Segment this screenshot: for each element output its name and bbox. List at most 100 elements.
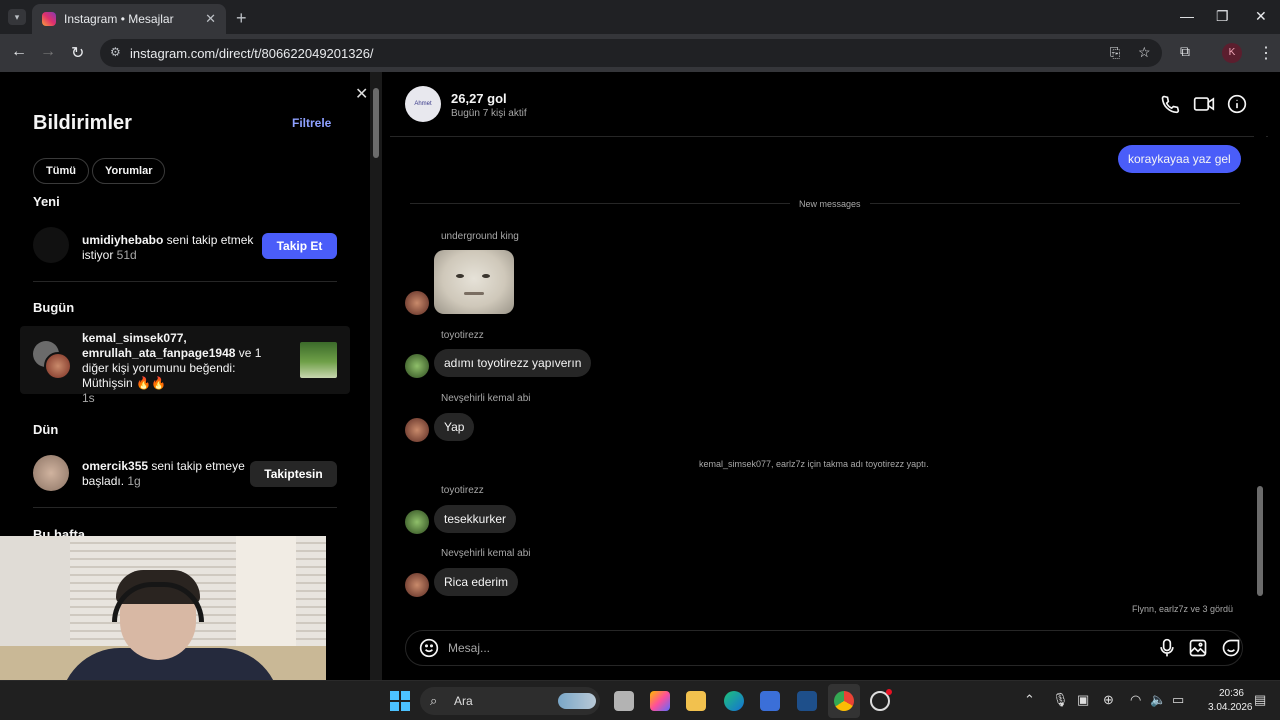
site-info-icon[interactable]: ⚙ <box>110 45 121 59</box>
seen-by-label: Flynn, earlz7z ve 3 gördü <box>1132 604 1234 614</box>
address-bar[interactable]: ⚙ instagram.com/direct/t/806622049201326… <box>100 39 1162 67</box>
install-app-icon[interactable]: ⎘ <box>1110 45 1120 61</box>
notification-text[interactable]: umidiyhebabo seni takip etmek istiyor 51… <box>82 233 254 263</box>
file-explorer-icon[interactable] <box>686 691 706 711</box>
divider <box>410 203 790 204</box>
task-view-icon[interactable] <box>614 691 634 711</box>
url-text: instagram.com/direct/t/806622049201326/ <box>130 45 374 61</box>
edge-icon[interactable] <box>724 691 744 711</box>
app-icon[interactable] <box>797 691 817 711</box>
phone-icon[interactable] <box>1160 94 1180 119</box>
forward-button[interactable]: → <box>40 43 56 61</box>
info-icon[interactable] <box>1227 94 1247 119</box>
bookmark-star-icon[interactable]: ☆ <box>1138 44 1151 61</box>
group-status: Bugün 7 kişi aktif <box>451 108 527 119</box>
filter-pill-all[interactable]: Tümü <box>33 158 89 184</box>
avatar[interactable] <box>33 227 69 263</box>
chat-scrollbar[interactable] <box>1254 130 1266 612</box>
taskbar-clock[interactable]: 20:36 3.04.2026 <box>1208 687 1253 715</box>
system-message: kemal_simsek077, earlz7z için takma adı … <box>699 459 929 469</box>
tray-chevron-icon[interactable]: ⌃ <box>1024 692 1035 708</box>
chrome-icon[interactable] <box>834 691 854 711</box>
notifications-title: Bildirimler <box>33 112 132 134</box>
new-messages-label: New messages <box>799 199 861 209</box>
search-icon: ⌕ <box>430 693 438 708</box>
divider <box>870 203 1240 204</box>
vpn-icon[interactable]: ⊕ <box>1103 692 1114 708</box>
battery-icon[interactable]: ▭ <box>1172 692 1184 708</box>
microphone-icon[interactable] <box>1158 638 1176 663</box>
video-icon[interactable] <box>1193 94 1215 119</box>
browser-tab-instagram[interactable]: Instagram • Mesajlar ✕ <box>32 4 226 34</box>
message-composer[interactable]: Mesaj... <box>405 630 1243 666</box>
notification-center-icon[interactable]: ▤ <box>1254 692 1266 708</box>
browser-menu-icon[interactable]: ⋮ <box>1258 43 1274 63</box>
message-input[interactable]: Mesaj... <box>448 641 490 655</box>
emoji-icon[interactable] <box>419 638 439 663</box>
microphone-tray-icon[interactable]: 🎙 <box>1052 692 1069 708</box>
message-bubble[interactable]: Rica ederim <box>434 568 519 596</box>
avatar <box>44 352 72 380</box>
volume-icon[interactable]: 🔈 <box>1150 692 1166 708</box>
close-tab-icon[interactable]: ✕ <box>205 11 216 27</box>
sticker-image[interactable] <box>434 250 514 314</box>
notification-text[interactable]: omercik355 seni takip etmeye başladı. 1g <box>82 459 254 489</box>
avatar[interactable] <box>405 418 429 442</box>
tab-title: Instagram • Mesajlar <box>64 12 174 26</box>
post-thumbnail[interactable] <box>300 342 337 378</box>
notification-text[interactable]: kemal_simsek077, emrullah_ata_fanpage1948… <box>82 331 282 406</box>
clock-time: 20:36 <box>1218 688 1244 699</box>
profile-avatar[interactable]: K <box>1222 43 1242 63</box>
filter-pill-comments[interactable]: Yorumlar <box>92 158 166 184</box>
scrollbar-thumb[interactable] <box>373 88 379 158</box>
copilot-icon[interactable] <box>650 691 670 711</box>
image-icon[interactable] <box>1188 638 1208 663</box>
wifi-icon[interactable]: ◠ <box>1130 692 1141 708</box>
avatar[interactable] <box>33 455 69 491</box>
store-icon[interactable] <box>760 691 780 711</box>
sender-name: Nevşehirli kemal abi <box>441 393 531 404</box>
filter-link[interactable]: Filtrele <box>292 116 331 130</box>
sender-name: toyotirezz <box>441 485 484 496</box>
tray-app-icon[interactable]: ▣ <box>1077 692 1089 708</box>
divider <box>33 281 337 282</box>
avatar[interactable] <box>405 510 429 534</box>
group-name[interactable]: 26,27 gol <box>451 91 507 106</box>
group-avatar[interactable]: Ahmet MUAM Damir Yeşiağ Kitaplığı <box>405 86 441 122</box>
divider <box>33 507 337 508</box>
message-bubble[interactable]: Yap <box>434 413 475 441</box>
browser-tab-strip: ▾ Instagram • Mesajlar ✕ + — ❐ ✕ <box>0 0 1280 34</box>
chat-panel: Ahmet MUAM Damir Yeşiağ Kitaplığı 26,27 … <box>390 72 1268 680</box>
sticker-icon[interactable] <box>1221 638 1241 663</box>
taskbar-search[interactable]: ⌕ Ara <box>420 687 600 715</box>
avatar[interactable] <box>405 291 429 315</box>
message-bubble[interactable]: tesekkurker <box>434 505 517 533</box>
message-bubble[interactable]: adımı toyotirezz yapıverın <box>434 349 592 377</box>
start-button[interactable] <box>390 691 410 711</box>
browser-toolbar: ← → ↻ ⚙ instagram.com/direct/t/806622049… <box>0 34 1280 72</box>
notification-dot <box>886 689 892 695</box>
extensions-icon[interactable]: ⧉ <box>1180 43 1190 60</box>
scrollbar[interactable] <box>370 72 382 680</box>
minimize-window-button[interactable]: — <box>1180 8 1194 24</box>
sender-name: Nevşehirli kemal abi <box>441 548 531 559</box>
notification-username[interactable]: umidiyhebabo <box>82 233 163 247</box>
avatar[interactable] <box>405 354 429 378</box>
sender-name: underground king <box>441 231 519 242</box>
following-button[interactable]: Takiptesin <box>250 461 337 487</box>
my-message-bubble[interactable]: koraykayaa yaz gel <box>1118 145 1241 173</box>
instagram-favicon-icon <box>42 12 56 26</box>
section-today-heading: Bugün <box>33 300 75 315</box>
new-tab-button[interactable]: + <box>236 8 247 29</box>
tab-search-button[interactable]: ▾ <box>8 9 26 25</box>
maximize-window-button[interactable]: ❐ <box>1216 8 1229 25</box>
avatar[interactable] <box>405 573 429 597</box>
chat-header: Ahmet MUAM Damir Yeşiağ Kitaplığı 26,27 … <box>390 72 1268 137</box>
follow-button[interactable]: Takip Et <box>262 233 337 259</box>
notification-username[interactable]: omercik355 <box>82 459 148 473</box>
close-notifications-icon[interactable]: ✕ <box>355 84 368 104</box>
scrollbar-thumb[interactable] <box>1257 486 1263 596</box>
close-window-button[interactable]: ✕ <box>1255 8 1267 25</box>
back-button[interactable]: ← <box>11 43 27 61</box>
reload-button[interactable]: ↻ <box>71 43 84 63</box>
